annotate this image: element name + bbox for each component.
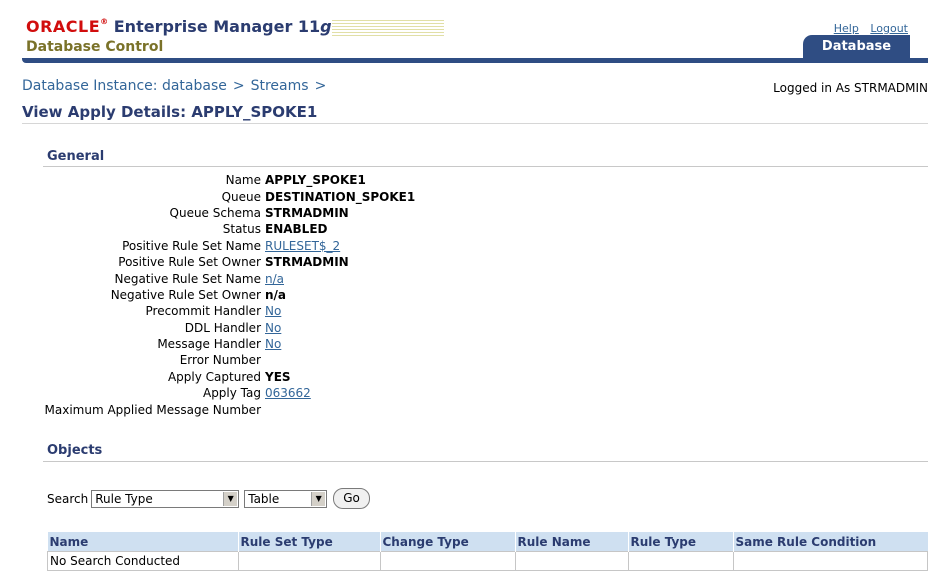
general-section-heading: General: [47, 149, 105, 164]
help-link[interactable]: Help: [834, 22, 859, 35]
property-row: Queue DESTINATION_SPOKE1: [43, 188, 416, 204]
breadcrumb-streams[interactable]: Streams: [251, 78, 309, 94]
search-label: Search: [47, 491, 89, 506]
negative-rule-set-name-label: Negative Rule Set Name: [114, 271, 261, 286]
ddl-handler-link[interactable]: No: [265, 321, 281, 335]
search-type-select[interactable]: Rule Type ▼: [91, 489, 240, 508]
column-header-rule-set-type[interactable]: Rule Set Type: [237, 532, 380, 552]
header-divider-bar: [22, 58, 928, 63]
property-row: Name APPLY_SPOKE1: [43, 172, 415, 188]
dropdown-arrow-icon: ▼: [223, 491, 238, 506]
tab-database[interactable]: Database: [803, 35, 910, 58]
column-header-name[interactable]: Name: [47, 532, 238, 552]
queue-value: DESTINATION_SPOKE1: [265, 189, 416, 204]
table-cell: [732, 551, 928, 571]
breadcrumb-separator: >: [314, 78, 327, 94]
property-row: DDL Handler No: [43, 320, 415, 336]
column-header-rule-name[interactable]: Rule Name: [514, 532, 628, 552]
message-handler-link[interactable]: No: [265, 337, 281, 351]
precommit-handler-label: Precommit Handler: [145, 304, 262, 319]
oracle-em-logo: ORACLE® Enterprise Manager 11g: [26, 17, 332, 36]
message-handler-label: Message Handler: [157, 337, 261, 352]
go-button[interactable]: Go: [333, 488, 370, 509]
property-row: Error Number: [43, 352, 415, 368]
max-applied-message-number-value: [265, 401, 415, 417]
queue-schema-value: STRMADMIN: [265, 205, 349, 220]
column-header-rule-type[interactable]: Rule Type: [627, 532, 733, 552]
name-value: APPLY_SPOKE1: [265, 173, 366, 188]
logo-stripes-decoration: [332, 20, 444, 37]
status-value: ENABLED: [265, 222, 328, 237]
objects-results-table: Name Rule Set Type Change Type Rule Name…: [47, 532, 928, 571]
table-cell: [379, 551, 516, 571]
general-section-divider: [43, 166, 928, 167]
table-row: No Search Conducted: [47, 551, 928, 571]
objects-section-divider: [43, 461, 928, 462]
page-header: ORACLE® Enterprise Manager 11g Database …: [0, 0, 928, 70]
breadcrumb: Database Instance: database > Streams >: [22, 78, 332, 94]
table-cell: [237, 551, 381, 571]
positive-rule-set-name-label: Positive Rule Set Name: [122, 238, 261, 253]
property-row: Apply Captured YES: [43, 369, 415, 385]
objects-search-bar: Search Rule Type ▼ Table ▼ Go: [47, 488, 370, 509]
positive-rule-set-owner-value: STRMADMIN: [265, 255, 349, 270]
error-number-label: Error Number: [179, 353, 261, 368]
precommit-handler-link[interactable]: No: [265, 304, 281, 318]
queue-label: Queue: [221, 189, 261, 204]
property-row: Positive Rule Set Name RULESET$_2: [43, 238, 415, 254]
search-object-select[interactable]: Table ▼: [244, 489, 328, 508]
breadcrumb-separator: >: [232, 78, 245, 94]
negative-rule-set-owner-label: Negative Rule Set Owner: [110, 287, 261, 302]
logged-in-user: Logged in As STRMADMIN: [773, 81, 928, 95]
max-applied-message-number-label: Maximum Applied Message Number: [44, 402, 261, 417]
property-row: Maximum Applied Message Number: [43, 401, 415, 417]
property-row: Precommit Handler No: [43, 303, 415, 319]
general-properties: Name APPLY_SPOKE1 Queue DESTINATION_SPOK…: [43, 172, 416, 418]
page-title: View Apply Details: APPLY_SPOKE1: [22, 103, 318, 121]
global-links: Help Logout: [826, 22, 908, 35]
empty-result-message: No Search Conducted: [47, 551, 239, 571]
status-label: Status: [222, 222, 261, 237]
ddl-handler-label: DDL Handler: [184, 320, 261, 335]
property-row: Message Handler No: [43, 336, 415, 352]
property-row: Negative Rule Set Owner n/a: [43, 287, 415, 303]
dropdown-arrow-icon: ▼: [311, 491, 326, 506]
search-object-value: Table: [248, 491, 280, 506]
search-type-value: Rule Type: [95, 491, 153, 506]
breadcrumb-database-instance[interactable]: Database Instance: database: [22, 78, 227, 94]
oracle-wordmark: ORACLE: [26, 17, 101, 36]
negative-rule-set-name-link[interactable]: n/a: [265, 272, 284, 286]
logout-link[interactable]: Logout: [870, 22, 908, 35]
property-row: Queue Schema STRMADMIN: [43, 205, 415, 221]
table-cell: [627, 551, 734, 571]
product-version: g: [320, 17, 332, 36]
column-header-same-rule-condition[interactable]: Same Rule Condition: [732, 532, 928, 552]
property-row: Negative Rule Set Name n/a: [43, 270, 415, 286]
registered-mark-icon: ®: [100, 17, 109, 26]
objects-section-heading: Objects: [47, 443, 103, 458]
name-label: Name: [225, 173, 261, 188]
product-name: Enterprise Manager 11: [113, 17, 321, 36]
apply-tag-link[interactable]: 063662: [265, 386, 311, 400]
queue-schema-label: Queue Schema: [169, 205, 261, 220]
product-subtitle: Database Control: [26, 39, 164, 55]
table-cell: [514, 551, 629, 571]
apply-tag-label: Apply Tag: [202, 386, 261, 401]
positive-rule-set-name-link[interactable]: RULESET$_2: [265, 239, 340, 253]
apply-captured-label: Apply Captured: [167, 369, 261, 384]
property-row: Apply Tag 063662: [43, 385, 415, 401]
property-row: Status ENABLED: [43, 221, 415, 237]
column-header-change-type[interactable]: Change Type: [379, 532, 515, 552]
error-number-value: [265, 352, 415, 368]
negative-rule-set-owner-value: n/a: [265, 287, 287, 302]
positive-rule-set-owner-label: Positive Rule Set Owner: [118, 255, 261, 270]
table-header-row: Name Rule Set Type Change Type Rule Name…: [47, 532, 928, 552]
title-divider: [22, 123, 928, 124]
property-row: Positive Rule Set Owner STRMADMIN: [43, 254, 415, 270]
apply-captured-value: YES: [265, 369, 291, 384]
